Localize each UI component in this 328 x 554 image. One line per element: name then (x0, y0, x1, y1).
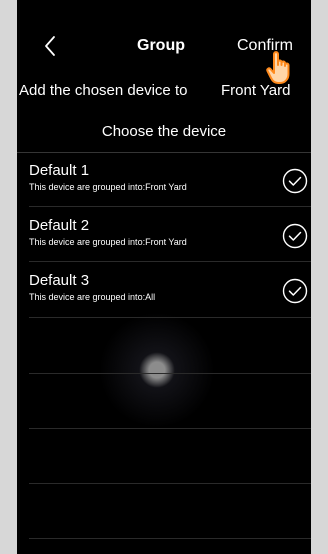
add-chosen-line: Add the chosen device to Front Yard (17, 74, 311, 108)
add-chosen-label: Add the chosen device to (19, 82, 188, 99)
page-title: Group (137, 37, 185, 54)
header: Group Confirm (17, 0, 311, 84)
device-group-status: This device are grouped into:Front Yard (29, 237, 187, 247)
empty-row-divider (29, 428, 311, 429)
device-item-default-3[interactable]: Default 3 This device are grouped into:A… (17, 262, 311, 316)
back-button[interactable] (40, 34, 60, 58)
device-list: Default 1 This device are grouped into:F… (17, 152, 311, 554)
screenshot-frame: Group Confirm Add the chosen device to F… (0, 0, 328, 554)
device-name: Default 2 (29, 217, 90, 234)
device-item-default-2[interactable]: Default 2 This device are grouped into:F… (17, 207, 311, 261)
check-circle-icon[interactable] (282, 223, 308, 249)
empty-row-divider (29, 483, 311, 484)
confirm-button[interactable]: Confirm (237, 36, 293, 56)
device-item-default-1[interactable]: Default 1 This device are grouped into:F… (17, 152, 311, 206)
device-group-status: This device are grouped into:All (29, 292, 156, 302)
chevron-left-icon (45, 36, 55, 56)
phone-screen: Group Confirm Add the chosen device to F… (17, 0, 311, 554)
device-name: Default 3 (29, 272, 90, 289)
device-group-status: This device are grouped into:Front Yard (29, 182, 187, 192)
empty-row-divider (29, 538, 311, 539)
device-name: Default 1 (29, 162, 90, 179)
check-circle-icon[interactable] (282, 168, 308, 194)
row-divider (29, 317, 311, 318)
target-group-label: Front Yard (221, 82, 291, 99)
check-circle-icon[interactable] (282, 278, 308, 304)
empty-row-divider (29, 373, 311, 374)
choose-device-heading: Choose the device (101, 123, 227, 140)
